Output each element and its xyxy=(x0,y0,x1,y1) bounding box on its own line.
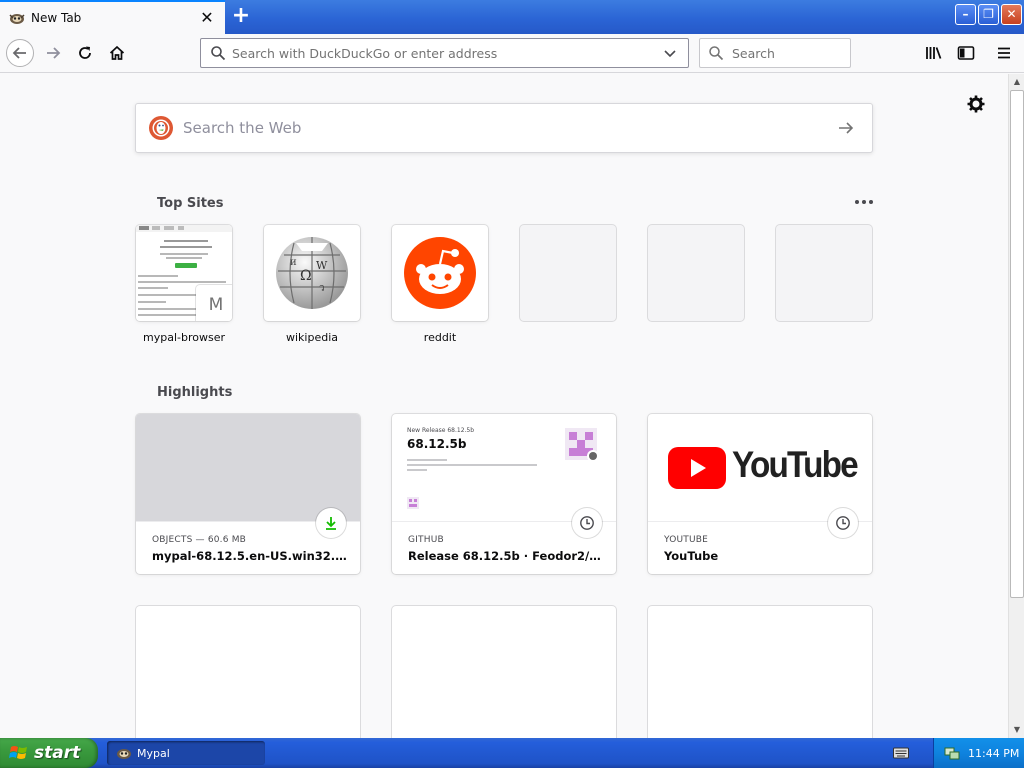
hamburger-menu-icon xyxy=(998,47,1010,59)
card-source: GITHUB xyxy=(408,535,444,545)
url-bar[interactable] xyxy=(200,38,689,68)
dropdown-chevron-icon[interactable] xyxy=(662,45,678,61)
top-sites-heading[interactable]: Top Sites xyxy=(157,196,224,211)
highlight-card-placeholder xyxy=(136,606,360,738)
mypal-app-icon xyxy=(117,749,131,759)
new-tab-page: Top Sites M mypal-browser Ω xyxy=(0,74,1008,738)
preview-heading: 68.12.5b xyxy=(407,437,467,451)
clock: 11:44 PM xyxy=(968,746,1020,760)
tab-strip: New Tab ✕ + – ❐ ✕ xyxy=(0,0,1024,34)
more-options-icon[interactable] xyxy=(852,194,876,210)
card-preview xyxy=(136,414,360,522)
svg-text:W: W xyxy=(316,259,328,272)
reload-icon xyxy=(79,46,91,59)
card-source: OBJECTS — 60.6 MB xyxy=(152,535,247,545)
card-source: YOUTUBE xyxy=(664,535,709,545)
card-title: mypal-68.12.5.en-US.win32.zip xyxy=(152,549,348,563)
windows-logo-icon xyxy=(9,746,27,759)
home-icon xyxy=(109,45,125,60)
highlight-card-github[interactable]: New Release 68.12.5b 68.12.5b GITHUB Rel… xyxy=(392,414,616,574)
tab-title: New Tab xyxy=(31,11,82,25)
card-title: Release 68.12.5b · Feodor2/Mypal xyxy=(408,549,604,563)
sidebar-button[interactable] xyxy=(952,39,980,67)
start-button[interactable]: start xyxy=(0,738,98,768)
download-icon xyxy=(326,517,336,530)
clock-icon xyxy=(580,516,594,530)
system-tray: 11:44 PM xyxy=(933,738,1024,768)
card-title: YouTube xyxy=(664,549,719,563)
card-context-icon xyxy=(572,508,602,538)
highlight-card-placeholder xyxy=(648,606,872,738)
web-search-box[interactable] xyxy=(135,103,873,153)
youtube-wordmark: YouTube xyxy=(732,444,859,485)
window-minimize-button[interactable]: – xyxy=(955,4,976,25)
tab-new-tab[interactable]: New Tab ✕ xyxy=(0,0,225,34)
top-site-label[interactable]: wikipedia xyxy=(252,331,372,344)
reload-button[interactable] xyxy=(71,39,99,67)
sidebar-icon xyxy=(957,46,975,60)
top-site-tile-wikipedia[interactable]: Ω W и ว xyxy=(264,225,360,321)
duckduckgo-logo-icon xyxy=(149,116,173,140)
forward-arrow-icon xyxy=(47,47,61,59)
mypal-favicon-icon xyxy=(9,14,25,24)
highlights-heading[interactable]: Highlights xyxy=(157,385,232,400)
home-button[interactable] xyxy=(103,39,131,67)
reddit-logo-icon xyxy=(404,237,476,309)
library-icon xyxy=(926,47,942,59)
top-site-label[interactable]: reddit xyxy=(380,331,500,344)
top-site-label[interactable]: mypal-browser xyxy=(124,331,244,344)
card-context-icon xyxy=(316,508,346,538)
vertical-scrollbar[interactable]: ▲ ▼ xyxy=(1008,74,1024,738)
forward-button[interactable] xyxy=(39,39,67,67)
search-icon xyxy=(709,46,724,61)
tab-close-icon[interactable]: ✕ xyxy=(199,10,215,26)
site-letter-badge: M xyxy=(196,285,232,321)
wikipedia-logo-icon: Ω W и ว xyxy=(276,237,348,309)
contributor-avatar-icon xyxy=(407,497,419,509)
taskbar-item-label: Mypal xyxy=(137,746,170,760)
taskbar-item-mypal[interactable]: Mypal xyxy=(107,741,265,765)
github-avatar-icon xyxy=(565,428,599,462)
window-maximize-button[interactable]: ❐ xyxy=(978,4,999,25)
back-button[interactable] xyxy=(6,39,34,67)
scroll-up-arrow-icon[interactable]: ▲ xyxy=(1009,74,1024,90)
svg-text:ว: ว xyxy=(319,283,325,294)
scroll-down-arrow-icon[interactable]: ▼ xyxy=(1009,722,1024,738)
top-site-tile-empty[interactable] xyxy=(776,225,872,321)
card-context-icon xyxy=(828,508,858,538)
top-site-tile-mypal-browser[interactable]: M xyxy=(136,225,232,321)
url-input[interactable] xyxy=(232,45,662,61)
network-tray-icon[interactable] xyxy=(944,745,960,761)
new-tab-button[interactable]: + xyxy=(229,5,253,29)
top-site-tile-reddit[interactable] xyxy=(392,225,488,321)
open-menu-button[interactable] xyxy=(990,39,1018,67)
search-bar[interactable] xyxy=(699,38,851,68)
navigation-toolbar xyxy=(0,34,1024,73)
start-label: start xyxy=(34,743,81,763)
search-go-arrow-icon[interactable] xyxy=(836,118,856,138)
top-site-tile-empty[interactable] xyxy=(520,225,616,321)
search-input[interactable] xyxy=(732,45,850,61)
preview-header-text: New Release 68.12.5b xyxy=(407,427,475,434)
svg-text:Ω: Ω xyxy=(300,268,312,284)
back-arrow-icon xyxy=(12,47,26,59)
windows-taskbar: start Mypal 11:44 PM xyxy=(0,738,1024,768)
search-icon xyxy=(211,46,226,61)
highlight-card-download[interactable]: OBJECTS — 60.6 MB mypal-68.12.5.en-US.wi… xyxy=(136,414,360,574)
card-preview: New Release 68.12.5b 68.12.5b xyxy=(392,414,616,522)
card-preview: YouTube xyxy=(648,414,872,522)
web-search-input[interactable] xyxy=(183,119,836,137)
highlight-card-placeholder xyxy=(392,606,616,738)
window-close-button[interactable]: ✕ xyxy=(1001,4,1022,25)
library-button[interactable] xyxy=(920,39,948,67)
scrollbar-thumb[interactable] xyxy=(1010,90,1024,598)
gear-icon[interactable] xyxy=(966,94,986,114)
youtube-play-icon xyxy=(668,447,726,489)
keyboard-icon[interactable] xyxy=(893,746,909,760)
clock-icon xyxy=(836,516,850,530)
top-site-tile-empty[interactable] xyxy=(648,225,744,321)
svg-text:и: и xyxy=(290,257,297,268)
highlight-card-youtube[interactable]: YouTube YOUTUBE YouTube xyxy=(648,414,872,574)
